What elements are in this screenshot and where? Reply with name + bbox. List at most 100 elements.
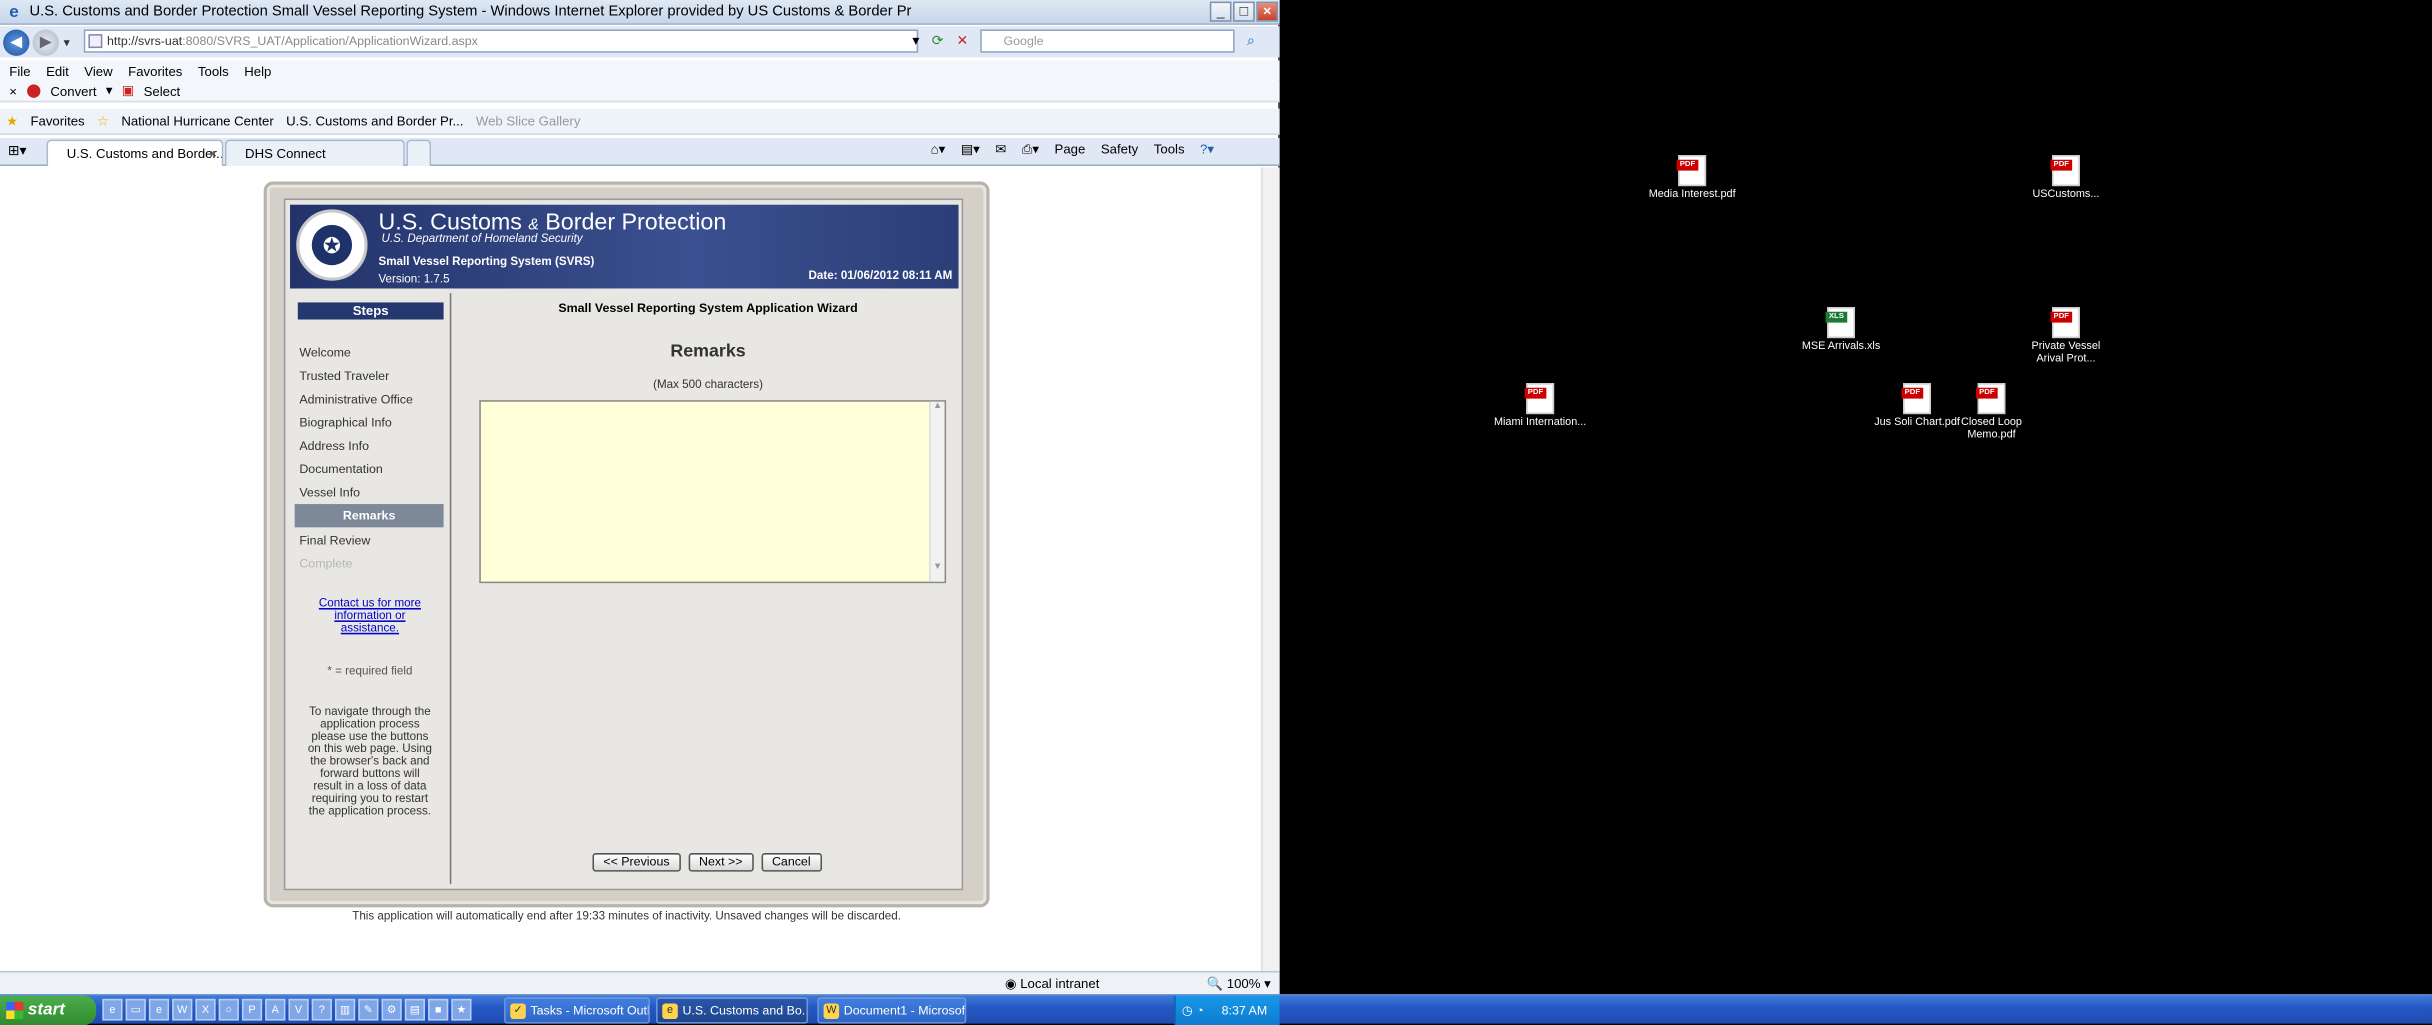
forward-button[interactable]: ▶	[32, 28, 59, 56]
quick-launch-icon[interactable]: W	[172, 998, 193, 1021]
favorites-button[interactable]: Favorites	[30, 113, 84, 129]
step-welcome[interactable]: Welcome	[290, 341, 450, 364]
desktop-icon-private-vessel[interactable]: PDF Private Vessel Arival Prot...	[2019, 307, 2112, 366]
start-button[interactable]: start	[0, 995, 97, 1025]
navigation-note: To navigate through the application proc…	[307, 704, 433, 818]
quick-launch-icon[interactable]: ⚙	[381, 998, 402, 1021]
remarks-textarea[interactable]	[479, 400, 947, 584]
convert-button[interactable]: Convert	[50, 83, 96, 99]
step-complete: Complete	[299, 556, 353, 571]
taskbar: start e ▭ e W X ○ P A V ? ▥ ✎ ⚙ ▤ ■ ★ ✓ T…	[0, 994, 2432, 1025]
feeds-icon[interactable]: ▤▾	[961, 141, 980, 158]
step-remarks-current: Remarks	[294, 504, 444, 528]
refresh-icon[interactable]: ⟳	[927, 31, 947, 51]
taskbar-word-document[interactable]: W Document1 - Microsof...	[817, 997, 967, 1024]
back-button[interactable]: ◀	[3, 28, 30, 56]
convert-icon: ⬤	[26, 82, 42, 98]
select-button[interactable]: Select	[144, 83, 181, 99]
minimize-button[interactable]: _	[1209, 1, 1232, 22]
home-icon[interactable]: ⌂▾	[931, 141, 946, 158]
desktop-icon-closed-loop[interactable]: PDF Closed Loop Memo.pdf	[1945, 383, 2038, 442]
desktop-icon-uscustoms[interactable]: PDF USCustoms...	[2019, 155, 2112, 202]
menu-bar: File Edit View Favorites Tools Help	[0, 60, 1280, 81]
quick-launch-icon[interactable]: ▥	[335, 998, 356, 1021]
quick-launch-icon[interactable]: ★	[451, 998, 472, 1021]
section-title: Remarks	[670, 342, 746, 362]
favorites-star-icon: ★	[6, 112, 19, 128]
taskbar-ie-cbp[interactable]: e U.S. Customs and Bo...	[656, 997, 809, 1024]
quick-launch-icon[interactable]: ○	[218, 998, 239, 1021]
step-documentation[interactable]: Documentation	[290, 458, 450, 481]
print-icon[interactable]: ⎙▾	[1022, 141, 1039, 158]
tools-menu[interactable]: Tools	[1154, 141, 1185, 158]
select-icon: ▣	[121, 82, 135, 98]
page-menu[interactable]: Page	[1055, 141, 1086, 158]
quick-tabs-icon[interactable]: ⊞▾	[8, 143, 27, 160]
quick-launch-icon[interactable]: P	[241, 998, 263, 1021]
required-field-note: * = required field	[327, 663, 413, 678]
convert-dropdown-icon[interactable]: ▾	[106, 82, 113, 99]
search-input[interactable]: Google	[980, 29, 1235, 53]
tab-dhs-connect[interactable]: DHS Connect	[224, 139, 405, 166]
tab-cbp[interactable]: U.S. Customs and Border... ×	[46, 139, 224, 166]
desktop-icon-media-interest[interactable]: PDF Media Interest.pdf	[1646, 155, 1739, 202]
menu-view[interactable]: View	[84, 63, 112, 79]
quick-launch-icon[interactable]: e	[102, 998, 123, 1021]
safety-menu[interactable]: Safety	[1101, 141, 1138, 158]
help-icon[interactable]: ?▾	[1200, 141, 1214, 158]
add-favorite-icon[interactable]: ☆	[97, 112, 109, 129]
desktop-icon-label: MSE Arrivals.xls	[1801, 341, 1881, 353]
quick-launch-icon[interactable]: e	[148, 998, 170, 1021]
fav-link-web-slice[interactable]: Web Slice Gallery	[476, 113, 581, 129]
quick-launch-icon[interactable]: ■	[428, 998, 449, 1021]
remarks-scrollbar[interactable]: ▲ ▼	[929, 401, 945, 582]
mail-icon[interactable]: ✉	[995, 141, 1006, 158]
stop-icon[interactable]: ✕	[952, 31, 972, 51]
tray-icon[interactable]: ◷ ◔	[1182, 996, 1204, 1025]
quick-launch-icon[interactable]: ?	[311, 998, 332, 1021]
desktop-icon-mse-arrivals[interactable]: XLS MSE Arrivals.xls	[1795, 307, 1888, 354]
page-scrollbar[interactable]	[1260, 167, 1280, 971]
quick-launch-icon[interactable]: A	[265, 998, 286, 1021]
menu-favorites[interactable]: Favorites	[128, 63, 182, 79]
step-vessel-info[interactable]: Vessel Info	[290, 481, 450, 504]
menu-file[interactable]: File	[9, 63, 30, 79]
quick-launch-icon[interactable]: V	[288, 998, 309, 1021]
close-tab-icon[interactable]: ×	[209, 141, 217, 166]
cancel-button[interactable]: Cancel	[761, 853, 822, 872]
tab-label: U.S. Customs and Border...	[66, 145, 224, 162]
step-final-review[interactable]: Final Review	[290, 529, 450, 552]
fav-link-hurricane[interactable]: National Hurricane Center	[121, 113, 273, 129]
close-window-button[interactable]: ×	[1256, 1, 1279, 22]
desktop-icon-miami[interactable]: PDF Miami Internation...	[1494, 383, 1587, 430]
menu-tools[interactable]: Tools	[198, 63, 229, 79]
quick-launch-icon[interactable]: ✎	[358, 998, 379, 1021]
step-trusted-traveler[interactable]: Trusted Traveler	[290, 364, 450, 387]
next-button[interactable]: Next >>	[688, 853, 754, 872]
search-icon[interactable]: ⌕	[1241, 31, 1261, 51]
desktop-icon-label: Closed Loop Memo.pdf	[1960, 417, 2022, 441]
step-address-info[interactable]: Address Info	[290, 434, 450, 457]
tab-label: DHS Connect	[245, 145, 326, 162]
quick-launch-icon[interactable]: X	[195, 998, 216, 1021]
address-dropdown-icon[interactable]: ▾	[906, 31, 926, 51]
maximize-button[interactable]: □	[1233, 1, 1255, 22]
history-dropdown-icon[interactable]: ▾	[64, 35, 70, 49]
quick-launch-icon[interactable]: ▭	[125, 998, 146, 1021]
pdf-file-icon: PDF	[1901, 383, 1931, 415]
contact-link[interactable]: Contact us for more information or assis…	[290, 596, 450, 634]
taskbar-outlook[interactable]: ✓ Tasks - Microsoft Outl...	[504, 997, 650, 1024]
menu-edit[interactable]: Edit	[46, 63, 69, 79]
zoom-level[interactable]: 🔍 100% ▾	[1207, 976, 1271, 993]
step-administrative-office[interactable]: Administrative Office	[290, 388, 450, 411]
fav-link-cbp[interactable]: U.S. Customs and Border Pr...	[286, 113, 463, 129]
step-biographical-info[interactable]: Biographical Info	[290, 411, 450, 434]
quick-launch-icon[interactable]: ▤	[404, 998, 425, 1021]
close-toolbar-icon[interactable]: ×	[9, 83, 17, 99]
new-tab-button[interactable]	[406, 139, 432, 166]
previous-button[interactable]: << Previous	[592, 853, 681, 872]
menu-help[interactable]: Help	[244, 63, 271, 79]
screen: e U.S. Customs and Border Protection Sma…	[0, 0, 2432, 1025]
address-bar[interactable]: http://svrs-uat:8080/SVRS_UAT/Applicatio…	[83, 29, 919, 53]
command-bar: ⌂▾ ▤▾ ✉ ⎙▾ Page Safety Tools ?▾	[931, 141, 1214, 158]
